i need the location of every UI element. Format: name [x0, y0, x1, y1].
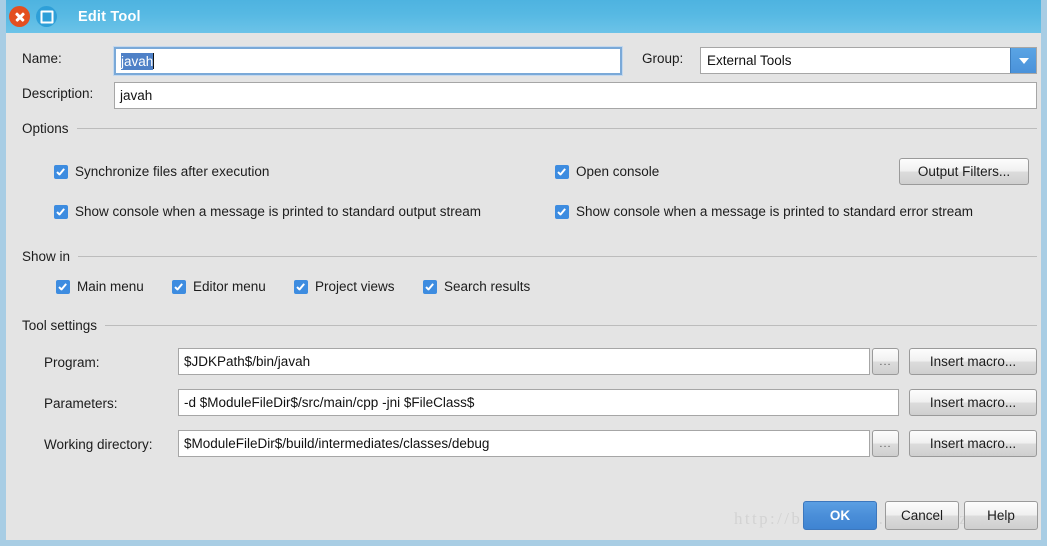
group-label: Group:: [642, 51, 684, 66]
checkbox-show-console-stderr[interactable]: Show console when a message is printed t…: [555, 204, 973, 219]
window-title: Edit Tool: [78, 8, 141, 25]
ok-button[interactable]: OK: [803, 501, 877, 530]
checkbox-icon[interactable]: [54, 164, 68, 179]
checkbox-label: Project views: [315, 279, 395, 294]
program-input[interactable]: $JDKPath$/bin/javah: [178, 348, 870, 375]
checkbox-synchronize-files[interactable]: Synchronize files after execution: [54, 164, 269, 179]
parameters-input[interactable]: -d $ModuleFileDir$/src/main/cpp -jni $Fi…: [178, 389, 899, 416]
options-section-label: Options: [22, 121, 69, 136]
edit-tool-dialog: Edit Tool Name: javah Group: External To…: [0, 0, 1047, 546]
checkbox-label: Search results: [444, 279, 531, 294]
checkbox-icon[interactable]: [54, 204, 68, 219]
checkbox-open-console[interactable]: Open console: [555, 164, 659, 179]
parameters-insert-macro-button[interactable]: Insert macro...: [909, 389, 1037, 416]
text-caret: [153, 53, 155, 69]
checkbox-show-console-stdout[interactable]: Show console when a message is printed t…: [54, 204, 481, 219]
program-input-value: $JDKPath$/bin/javah: [184, 354, 311, 369]
parameters-label: Parameters:: [44, 396, 118, 411]
name-input-value: javah: [121, 52, 154, 70]
close-icon[interactable]: [9, 6, 30, 27]
program-insert-macro-button[interactable]: Insert macro...: [909, 348, 1037, 375]
checkbox-project-views[interactable]: Project views: [294, 279, 395, 294]
program-browse-button[interactable]: ...: [872, 348, 899, 375]
working-directory-label: Working directory:: [44, 437, 153, 452]
checkbox-label: Open console: [576, 164, 660, 179]
checkbox-icon[interactable]: [555, 164, 569, 179]
working-directory-input[interactable]: $ModuleFileDir$/build/intermediates/clas…: [178, 430, 870, 457]
tool-settings-section-label: Tool settings: [22, 318, 98, 333]
description-input[interactable]: javah: [114, 82, 1037, 109]
group-dropdown-value: External Tools: [707, 53, 792, 68]
checkbox-main-menu[interactable]: Main menu: [56, 279, 144, 294]
tool-settings-section-header: Tool settings: [22, 318, 1037, 333]
checkbox-icon[interactable]: [423, 279, 437, 294]
working-directory-input-value: $ModuleFileDir$/build/intermediates/clas…: [184, 436, 490, 451]
checkbox-label: Editor menu: [193, 279, 266, 294]
help-button[interactable]: Help: [964, 501, 1038, 530]
checkbox-label: Synchronize files after execution: [75, 164, 270, 179]
options-section-header: Options: [22, 121, 1037, 136]
cancel-button[interactable]: Cancel: [885, 501, 959, 530]
checkbox-label: Show console when a message is printed t…: [576, 204, 973, 219]
group-dropdown[interactable]: External Tools: [700, 47, 1037, 74]
checkbox-icon[interactable]: [172, 279, 186, 294]
show-in-section-header: Show in: [22, 249, 1037, 264]
name-label: Name:: [22, 51, 62, 66]
checkbox-search-results[interactable]: Search results: [423, 279, 530, 294]
checkbox-icon[interactable]: [56, 279, 70, 294]
parameters-input-value: -d $ModuleFileDir$/src/main/cpp -jni $Fi…: [184, 395, 475, 410]
checkbox-icon[interactable]: [294, 279, 308, 294]
description-input-value: javah: [120, 88, 153, 103]
working-directory-insert-macro-button[interactable]: Insert macro...: [909, 430, 1037, 457]
working-directory-browse-button[interactable]: ...: [872, 430, 899, 457]
show-in-section-label: Show in: [22, 249, 71, 264]
program-label: Program:: [44, 355, 100, 370]
checkbox-label: Main menu: [77, 279, 144, 294]
section-divider: [78, 256, 1037, 257]
description-label: Description:: [22, 86, 94, 101]
section-divider: [76, 128, 1037, 129]
title-bar: Edit Tool: [6, 0, 1041, 33]
checkbox-icon[interactable]: [555, 204, 569, 219]
section-divider: [105, 325, 1037, 326]
output-filters-button[interactable]: Output Filters...: [899, 158, 1029, 185]
maximize-icon[interactable]: [36, 6, 57, 27]
checkbox-editor-menu[interactable]: Editor menu: [172, 279, 266, 294]
chevron-down-icon[interactable]: [1010, 48, 1036, 73]
checkbox-label: Show console when a message is printed t…: [75, 204, 481, 219]
name-input[interactable]: javah: [113, 46, 623, 76]
